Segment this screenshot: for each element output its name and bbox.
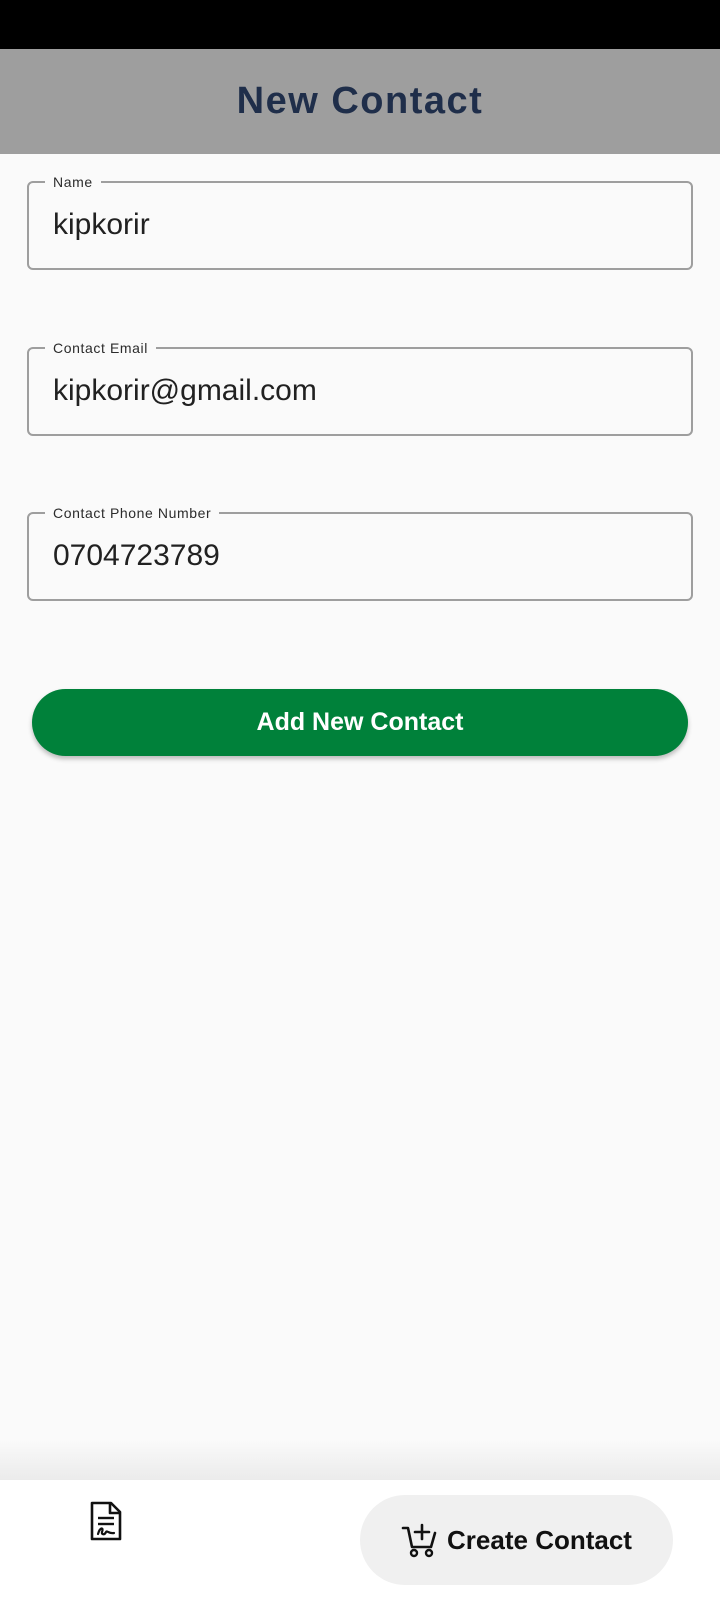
app-bar: New Contact — [0, 49, 720, 154]
phone-field-value[interactable]: 0704723789 — [53, 536, 671, 576]
email-field-label: Contact Email — [45, 338, 156, 358]
phone-field[interactable]: Contact Phone Number 0704723789 — [27, 503, 693, 601]
document-signature-icon — [90, 1501, 122, 1541]
add-new-contact-button[interactable]: Add New Contact — [32, 689, 688, 756]
page-title: New Contact — [236, 80, 484, 122]
email-field-value[interactable]: kipkorir@gmail.com — [53, 371, 671, 411]
cart-add-icon — [401, 1523, 437, 1558]
phone-field-label: Contact Phone Number — [45, 503, 220, 523]
status-bar — [0, 0, 720, 49]
bottom-navigation: Create Contact — [0, 1480, 720, 1600]
name-field-value[interactable]: kipkorir — [53, 205, 671, 245]
create-contact-label: Create Contact — [447, 1524, 632, 1555]
nav-item-create-contact[interactable]: Create Contact — [360, 1495, 673, 1585]
bottom-shadow — [0, 1440, 720, 1480]
email-field[interactable]: Contact Email kipkorir@gmail.com — [27, 338, 693, 436]
name-field[interactable]: Name kipkorir — [27, 172, 693, 270]
nav-item-documents[interactable] — [80, 1495, 132, 1547]
name-field-label: Name — [45, 172, 101, 192]
